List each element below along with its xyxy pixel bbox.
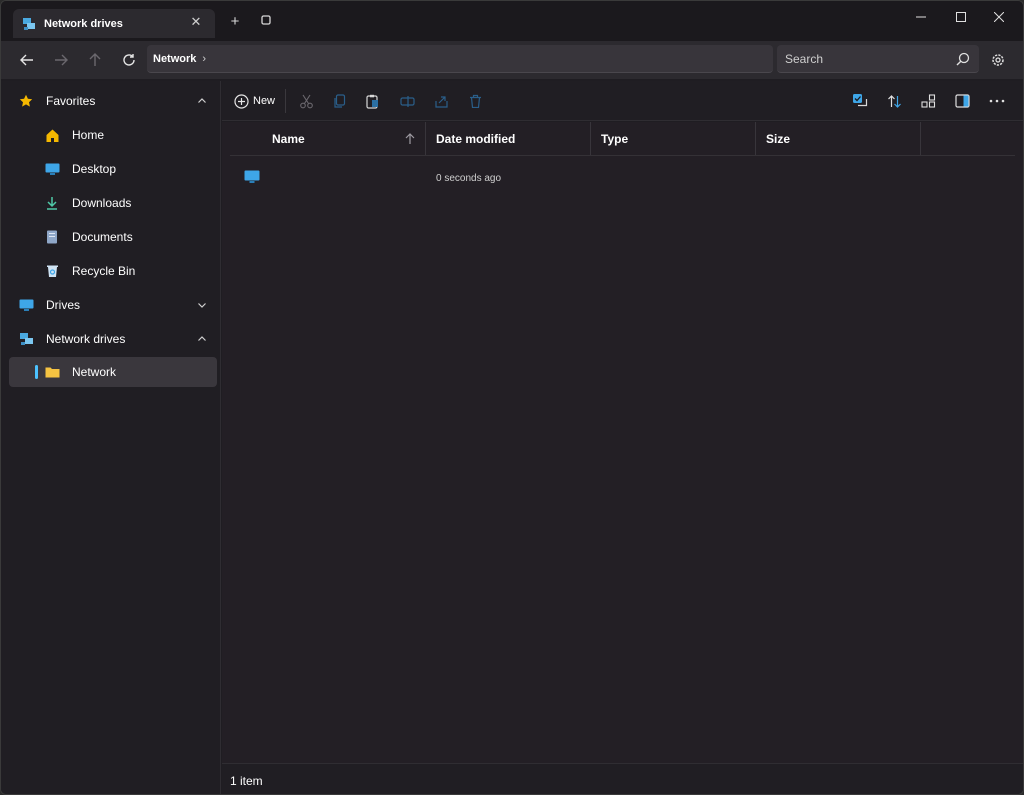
new-button[interactable]: New xyxy=(253,95,275,107)
tab-close-icon[interactable]: ✕ xyxy=(189,15,203,29)
new-tab-icon[interactable]: + xyxy=(227,14,243,30)
selection-indicator xyxy=(35,365,38,379)
sidebar-item-label: Documents xyxy=(72,230,133,244)
breadcrumb-chevron-icon[interactable]: › xyxy=(202,53,206,65)
download-icon xyxy=(44,195,60,211)
column-type-label: Type xyxy=(601,131,629,146)
sort-icon[interactable] xyxy=(886,93,902,109)
file-explorer-window: Network drives ✕ + Network › Search Favo… xyxy=(0,0,1024,795)
sidebar-item-desktop[interactable]: Desktop xyxy=(9,154,217,184)
sidebar-item-label: Network xyxy=(72,365,117,379)
folder-icon xyxy=(44,364,60,380)
drive-icon xyxy=(18,297,34,313)
file-list: Name Date modified Type Size 0 seconds a… xyxy=(222,122,1023,763)
back-button[interactable] xyxy=(17,50,37,70)
search-placeholder: Search xyxy=(785,51,824,66)
tab-actions-icon[interactable] xyxy=(258,14,274,30)
sidebar-item-recycle-bin[interactable]: Recycle Bin xyxy=(9,256,217,286)
sidebar-item-documents[interactable]: Documents xyxy=(9,222,217,252)
tab-network-drives[interactable]: Network drives ✕ xyxy=(13,9,215,38)
maximize-button[interactable] xyxy=(945,7,977,27)
sidebar-item-label: Desktop xyxy=(72,162,117,176)
network-icon xyxy=(22,17,36,31)
file-date-modified: 0 seconds ago xyxy=(436,173,502,184)
sidebar-item-label: Favorites xyxy=(46,94,96,108)
chevron-up-icon[interactable] xyxy=(197,334,207,344)
breadcrumb-network[interactable]: Network xyxy=(153,53,196,65)
column-date-label: Date modified xyxy=(436,131,516,146)
sort-ascending-icon[interactable] xyxy=(405,133,415,145)
cut-icon[interactable] xyxy=(298,93,314,109)
sidebar-item-drives[interactable]: Drives xyxy=(9,290,217,320)
sidebar-item-home[interactable]: Home xyxy=(9,120,217,150)
column-header-type[interactable]: Type xyxy=(591,122,756,155)
tab-title: Network drives xyxy=(44,17,123,30)
chevron-up-icon[interactable] xyxy=(197,96,207,106)
item-count: 1 item xyxy=(230,774,263,788)
sidebar-item-label: Downloads xyxy=(72,196,132,210)
column-name-label: Name xyxy=(272,131,305,146)
layout-icon[interactable] xyxy=(920,93,936,109)
column-size-label: Size xyxy=(766,131,791,146)
home-icon xyxy=(44,127,60,143)
navigation-bar: Network › Search xyxy=(1,41,1023,79)
select-all-icon[interactable] xyxy=(852,93,868,109)
command-toolbar: New xyxy=(222,81,1023,121)
sidebar-item-favorites[interactable]: Favorites xyxy=(9,86,217,116)
preview-pane-icon[interactable] xyxy=(954,93,970,109)
sidebar-item-label: Drives xyxy=(46,298,81,312)
search-input[interactable]: Search xyxy=(777,45,979,73)
paste-icon[interactable] xyxy=(365,93,381,109)
forward-button[interactable] xyxy=(51,50,71,70)
column-header-name[interactable]: Name xyxy=(230,122,426,155)
sidebar-item-label: Recycle Bin xyxy=(72,264,136,278)
network-icon xyxy=(18,331,34,347)
rename-icon[interactable] xyxy=(399,93,415,109)
sidebar-item-network-drives[interactable]: Network drives xyxy=(9,324,217,354)
refresh-button[interactable] xyxy=(119,50,139,70)
table-row[interactable]: 0 seconds ago xyxy=(230,164,1015,192)
title-bar: Network drives ✕ + xyxy=(1,1,1023,41)
up-button[interactable] xyxy=(85,50,105,70)
search-icon[interactable] xyxy=(955,51,971,67)
status-bar: 1 item xyxy=(222,763,1023,794)
header-divider xyxy=(230,155,1015,156)
settings-gear-icon[interactable] xyxy=(989,51,1007,69)
sidebar-item-network[interactable]: Network xyxy=(9,357,217,387)
share-icon[interactable] xyxy=(433,93,449,109)
more-options-icon[interactable] xyxy=(989,93,1005,109)
minimize-button[interactable] xyxy=(905,7,937,27)
toolbar-divider xyxy=(285,89,286,113)
column-header-date-modified[interactable]: Date modified xyxy=(426,122,591,155)
copy-icon[interactable] xyxy=(332,93,348,109)
close-window-button[interactable] xyxy=(983,7,1015,27)
sidebar: Favorites Home Desktop Downloads Documen… xyxy=(1,81,221,794)
computer-icon xyxy=(244,170,260,187)
delete-icon[interactable] xyxy=(467,93,483,109)
new-add-icon[interactable] xyxy=(233,93,249,109)
column-header-size[interactable]: Size xyxy=(756,122,921,155)
sidebar-item-downloads[interactable]: Downloads xyxy=(9,188,217,218)
sidebar-item-label: Network drives xyxy=(46,332,126,346)
document-icon xyxy=(44,229,60,245)
desktop-icon xyxy=(44,161,60,177)
chevron-down-icon[interactable] xyxy=(197,300,207,310)
address-bar[interactable]: Network › xyxy=(147,45,773,73)
recycle-bin-icon xyxy=(44,263,60,279)
star-icon xyxy=(18,93,34,109)
sidebar-item-label: Home xyxy=(72,128,105,142)
